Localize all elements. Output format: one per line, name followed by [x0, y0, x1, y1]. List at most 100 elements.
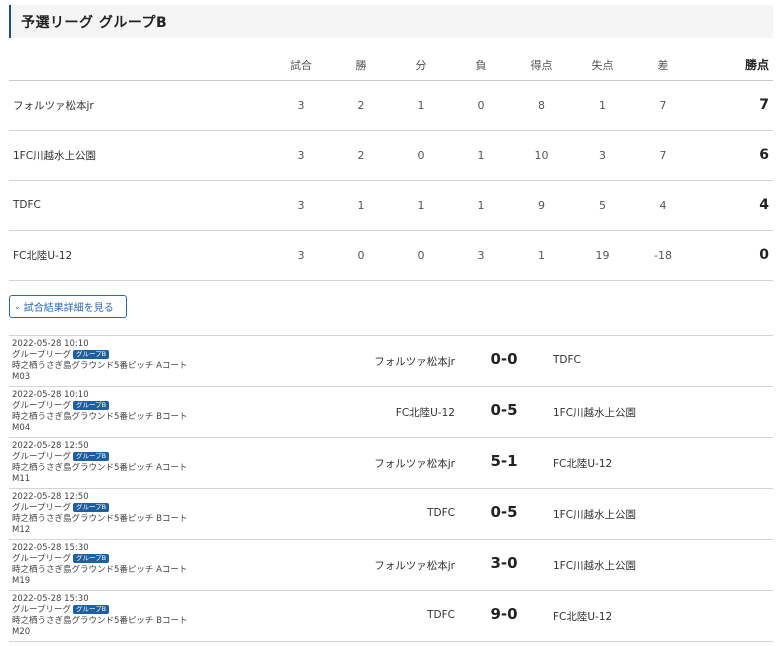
home-team: フォルツァ松本jr — [374, 356, 455, 368]
won-cell: 2 — [357, 98, 365, 112]
goals-for-cell: 9 — [538, 198, 545, 212]
match-row[interactable]: 2022-05-28 15:30 グループリーグ グループB 時之栖うさぎ島グラウ… — [9, 540, 773, 591]
match-score[interactable]: 0-5 — [479, 503, 529, 521]
match-code: M11 — [12, 474, 31, 484]
match-stage: グループリーグ — [12, 605, 71, 615]
drawn-cell: 0 — [417, 248, 425, 262]
group-badge: グループB — [73, 503, 110, 512]
match-stage-line: グループリーグ グループB — [12, 401, 187, 412]
table-row: フォルツァ松本jr 3 2 1 0 8 1 7 7 — [9, 80, 773, 130]
points-cell: 4 — [759, 197, 769, 213]
match-venue: 時之栖うさぎ島グラウンド5番ピッチ Aコート — [12, 463, 188, 473]
match-details-label: 試合結果詳細を見る — [23, 303, 114, 314]
drawn-cell: 1 — [417, 198, 425, 212]
home-team: フォルツァ松本jr — [374, 560, 455, 572]
goals-for-cell: 10 — [534, 148, 549, 162]
match-code: M20 — [12, 627, 31, 637]
match-row[interactable]: 2022-05-28 15:30 グループリーグ グループB 時之栖うさぎ島グラウ… — [9, 591, 773, 642]
match-stage-line: グループリーグ グループB — [12, 605, 187, 616]
match-list: 2022-05-28 10:10 グループリーグ グループB 時之栖うさぎ島グラウ… — [9, 335, 773, 642]
column-header-lost: 負 — [475, 58, 487, 72]
match-info: 2022-05-28 15:30 グループリーグ グループB 時之栖うさぎ島グラウ… — [12, 543, 187, 587]
match-info: 2022-05-28 15:30 グループリーグ グループB 時之栖うさぎ島グラウ… — [12, 594, 187, 638]
goal-diff-cell: 4 — [659, 198, 667, 212]
group-badge: グループB — [73, 401, 110, 410]
goal-diff-cell: 7 — [659, 148, 667, 162]
team-name: 1FC川越水上公園 — [13, 149, 97, 162]
match-score[interactable]: 0-5 — [479, 401, 529, 419]
match-datetime: 2022-05-28 12:50 — [12, 441, 89, 451]
column-header-goals-against: 失点 — [591, 58, 614, 72]
match-score[interactable]: 5-1 — [479, 452, 529, 470]
match-code: M04 — [12, 423, 31, 433]
played-cell: 3 — [297, 248, 305, 262]
group-badge: グループB — [73, 554, 110, 563]
match-datetime: 2022-05-28 10:10 — [12, 390, 89, 400]
team-name: フォルツァ松本jr — [13, 99, 94, 112]
drawn-cell: 0 — [417, 148, 425, 162]
standings-header-row: 試合 勝 分 負 得点 失点 差 勝点 — [9, 50, 773, 80]
goal-diff-cell: 7 — [659, 98, 667, 112]
home-team: TDFC — [427, 507, 455, 519]
column-header-goals-for: 得点 — [530, 58, 553, 72]
match-info: 2022-05-28 10:10 グループリーグ グループB 時之栖うさぎ島グラウ… — [12, 339, 187, 383]
goal-diff-cell: -18 — [654, 248, 672, 262]
match-score[interactable]: 9-0 — [479, 605, 529, 623]
away-team: FC北陸U-12 — [553, 458, 613, 470]
drawn-cell: 1 — [417, 98, 425, 112]
match-venue: 時之栖うさぎ島グラウンド5番ピッチ Bコート — [12, 616, 188, 626]
match-stage: グループリーグ — [12, 503, 71, 513]
match-datetime: 2022-05-28 12:50 — [12, 492, 89, 502]
match-score[interactable]: 3-0 — [479, 554, 529, 572]
away-team: 1FC川越水上公園 — [553, 407, 637, 419]
group-badge: グループB — [73, 350, 110, 359]
match-venue: 時之栖うさぎ島グラウンド5番ピッチ Aコート — [12, 361, 188, 371]
chevron-down-icon: ⌄ — [14, 302, 21, 311]
match-code: M12 — [12, 525, 31, 535]
lost-cell: 1 — [477, 198, 485, 212]
match-datetime: 2022-05-28 10:10 — [12, 339, 89, 349]
match-stage-line: グループリーグ グループB — [12, 554, 187, 565]
points-cell: 6 — [759, 147, 769, 163]
column-header-won: 勝 — [355, 58, 367, 72]
won-cell: 0 — [357, 248, 365, 262]
lost-cell: 3 — [477, 248, 485, 262]
group-badge: グループB — [73, 452, 110, 461]
column-header-drawn: 分 — [415, 58, 427, 72]
match-row[interactable]: 2022-05-28 10:10 グループリーグ グループB 時之栖うさぎ島グラウ… — [9, 336, 773, 387]
section-header: 予選リーグ グループB — [9, 5, 773, 38]
match-code: M03 — [12, 372, 31, 382]
goals-against-cell: 3 — [599, 148, 606, 162]
away-team: 1FC川越水上公園 — [553, 509, 637, 521]
match-row[interactable]: 2022-05-28 12:50 グループリーグ グループB 時之栖うさぎ島グラウ… — [9, 489, 773, 540]
match-stage: グループリーグ — [12, 452, 71, 462]
team-name: TDFC — [13, 199, 41, 211]
match-stage: グループリーグ — [12, 350, 71, 360]
match-row[interactable]: 2022-05-28 10:10 グループリーグ グループB 時之栖うさぎ島グラウ… — [9, 387, 773, 438]
home-team: FC北陸U-12 — [395, 407, 455, 419]
column-header-goal-diff: 差 — [657, 58, 669, 72]
team-name: FC北陸U-12 — [13, 249, 73, 262]
standings-table: 試合 勝 分 負 得点 失点 差 勝点 フォルツァ松本jr 3 2 1 0 8 … — [9, 50, 773, 281]
table-row: 1FC川越水上公園 3 2 0 1 10 3 7 6 — [9, 130, 773, 180]
match-stage-line: グループリーグ グループB — [12, 452, 187, 463]
goals-against-cell: 5 — [599, 198, 606, 212]
match-stage: グループリーグ — [12, 554, 71, 564]
won-cell: 2 — [357, 148, 365, 162]
match-info: 2022-05-28 10:10 グループリーグ グループB 時之栖うさぎ島グラウ… — [12, 390, 187, 434]
match-venue: 時之栖うさぎ島グラウンド5番ピッチ Aコート — [12, 565, 188, 575]
match-details-button[interactable]: ⌄ 試合結果詳細を見る — [9, 295, 127, 318]
points-cell: 0 — [759, 247, 769, 263]
home-team: TDFC — [427, 609, 455, 621]
match-datetime: 2022-05-28 15:30 — [12, 543, 89, 553]
match-info: 2022-05-28 12:50 グループリーグ グループB 時之栖うさぎ島グラウ… — [12, 492, 187, 536]
table-row: TDFC 3 1 1 1 9 5 4 4 — [9, 180, 773, 230]
team-column-header — [9, 50, 271, 80]
match-score[interactable]: 0-0 — [479, 350, 529, 368]
column-header-points: 勝点 — [744, 58, 769, 73]
home-team: フォルツァ松本jr — [374, 458, 455, 470]
match-venue: 時之栖うさぎ島グラウンド5番ピッチ Bコート — [12, 514, 188, 524]
match-venue: 時之栖うさぎ島グラウンド5番ピッチ Bコート — [12, 412, 188, 422]
match-stage-line: グループリーグ グループB — [12, 503, 187, 514]
match-row[interactable]: 2022-05-28 12:50 グループリーグ グループB 時之栖うさぎ島グラウ… — [9, 438, 773, 489]
